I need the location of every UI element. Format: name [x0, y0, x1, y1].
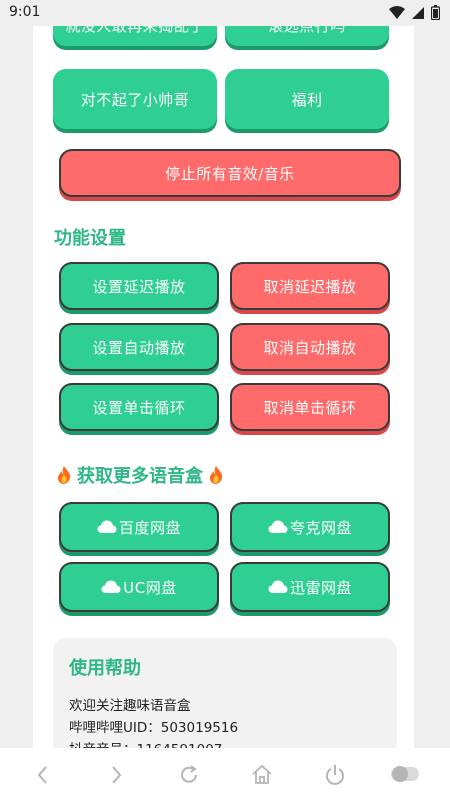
set-delay-play-label: 设置延迟播放: [92, 277, 186, 296]
signal-icon: [412, 6, 424, 19]
cloud-icon: [97, 520, 117, 533]
cloud-icon: [268, 580, 288, 593]
cancel-click-loop-label: 取消单击循环: [263, 398, 357, 417]
cancel-delay-play-button[interactable]: 取消延迟播放: [230, 262, 390, 310]
uc-drive-button[interactable]: UC网盘: [59, 562, 219, 612]
help-box: 使用帮助 欢迎关注趣味语音盒 哔哩哔哩UID：503019516 抖音音号：11…: [53, 638, 397, 748]
home-icon[interactable]: [249, 762, 275, 788]
forward-icon[interactable]: [103, 762, 129, 788]
set-click-loop-button[interactable]: 设置单击循环: [59, 383, 219, 431]
help-line: 抖音音号：1164591007: [69, 738, 222, 748]
settings-title: 功能设置: [54, 228, 126, 249]
status-icons: [389, 5, 440, 20]
fire-icon: [210, 466, 223, 484]
set-click-loop-label: 设置单击循环: [92, 398, 186, 417]
help-line: 哔哩哔哩UID：503019516: [69, 720, 239, 736]
back-icon[interactable]: [30, 762, 56, 788]
set-delay-play-button[interactable]: 设置延迟播放: [59, 262, 219, 310]
sound-button-2[interactable]: 滚远点行吗: [225, 26, 389, 46]
cancel-auto-play-button[interactable]: 取消自动播放: [230, 323, 390, 371]
power-icon[interactable]: [322, 762, 348, 788]
sound-button-4[interactable]: 福利: [225, 69, 389, 129]
cloud-icon: [101, 580, 121, 593]
sound-button-3-label: 对不起了小帅哥: [80, 90, 190, 109]
xunlei-drive-label: 迅雷网盘: [289, 578, 352, 597]
set-auto-play-button[interactable]: 设置自动播放: [59, 323, 219, 371]
help-line: 欢迎关注趣味语音盒: [69, 698, 191, 714]
help-title: 使用帮助: [69, 658, 141, 679]
xunlei-drive-button[interactable]: 迅雷网盘: [230, 562, 390, 612]
nav-bar: [0, 748, 450, 800]
wifi-icon: [389, 5, 405, 19]
sound-button-1-label: 就没人敢再来捣乱了: [65, 26, 205, 36]
set-auto-play-label: 设置自动播放: [92, 338, 186, 357]
toggle-icon[interactable]: [390, 763, 420, 785]
sound-button-3[interactable]: 对不起了小帅哥: [53, 69, 217, 129]
status-bar: 9:01: [0, 0, 450, 26]
battery-icon: [431, 5, 440, 20]
cancel-click-loop-button[interactable]: 取消单击循环: [230, 383, 390, 431]
more-title-row: 获取更多语音盒: [55, 462, 225, 488]
refresh-icon[interactable]: [176, 762, 202, 788]
baidu-drive-label: 百度网盘: [118, 518, 181, 537]
cancel-auto-play-label: 取消自动播放: [263, 338, 357, 357]
cancel-delay-play-label: 取消延迟播放: [263, 277, 357, 296]
sound-button-1[interactable]: 就没人敢再来捣乱了: [53, 26, 217, 46]
stop-all-label: 停止所有音效/音乐: [165, 164, 295, 183]
fire-icon: [58, 466, 71, 484]
page-content: 就没人敢再来捣乱了 滚远点行吗 对不起了小帅哥 福利 停止所有音效/音乐 功能设…: [33, 26, 414, 748]
sound-button-4-label: 福利: [291, 90, 323, 109]
quark-drive-label: 夸克网盘: [289, 518, 352, 537]
status-time: 9:01: [9, 4, 41, 20]
baidu-drive-button[interactable]: 百度网盘: [59, 502, 219, 552]
cloud-icon: [268, 520, 288, 533]
more-title: 获取更多语音盒: [77, 466, 203, 487]
stop-all-button[interactable]: 停止所有音效/音乐: [59, 149, 401, 197]
uc-drive-label: UC网盘: [123, 578, 177, 597]
sound-button-2-label: 滚远点行吗: [268, 26, 346, 36]
quark-drive-button[interactable]: 夸克网盘: [230, 502, 390, 552]
